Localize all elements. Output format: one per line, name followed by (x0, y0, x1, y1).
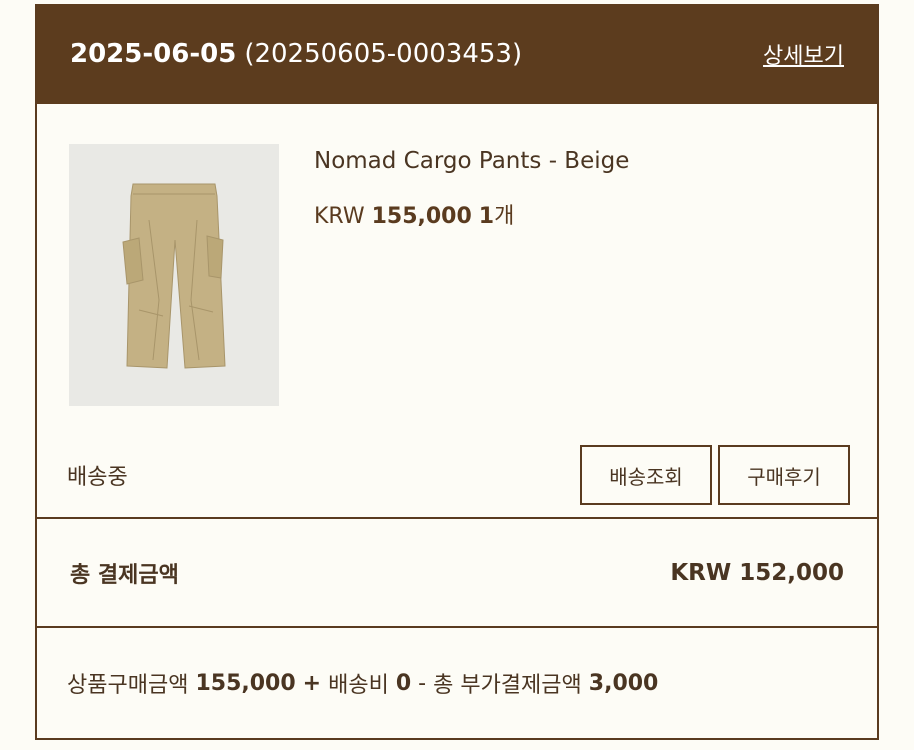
order-number: (20250605-0003453) (244, 39, 523, 69)
quantity-unit: 개 (494, 204, 515, 229)
track-shipment-button[interactable]: 배송조회 (580, 445, 712, 505)
price-currency: KRW (314, 204, 365, 229)
order-item-section: Nomad Cargo Pants - Beige KRW 155,000 1개… (37, 104, 877, 519)
extra-payment-value: 3,000 (588, 670, 659, 696)
minus-sign: - (418, 670, 427, 696)
price-value: 155,000 (371, 204, 472, 229)
order-card: 2025-06-05 (20250605-0003453) 상세보기 Nomad… (35, 4, 879, 740)
shipping-fee-label: 배송비 (328, 673, 389, 698)
payment-breakdown: 상품구매금액 155,000 + 배송비 0 - 총 부가결제금액 3,000 (37, 628, 877, 738)
product-price-line: KRW 155,000 1개 (314, 198, 514, 230)
plus-sign: + (302, 670, 322, 696)
product-amount-label: 상품구매금액 (67, 673, 189, 698)
product-image[interactable] (69, 144, 279, 406)
write-review-button[interactable]: 구매후기 (718, 445, 850, 505)
order-date: 2025-06-05 (70, 39, 237, 69)
extra-payment-label: 총 부가결제금액 (433, 673, 582, 698)
product-name[interactable]: Nomad Cargo Pants - Beige (314, 148, 629, 174)
shipping-fee-value: 0 (395, 670, 412, 696)
total-payment-amount: KRW 152,000 (670, 559, 844, 586)
order-header: 2025-06-05 (20250605-0003453) 상세보기 (37, 4, 877, 104)
cargo-pants-image (122, 183, 226, 369)
total-payment-row: 총 결제금액 KRW 152,000 (37, 519, 877, 628)
quantity-value: 1 (478, 204, 495, 229)
shipping-status: 배송중 (67, 465, 128, 490)
total-payment-label: 총 결제금액 (70, 562, 179, 588)
order-detail-link[interactable]: 상세보기 (763, 38, 844, 70)
product-amount-value: 155,000 (195, 670, 296, 696)
